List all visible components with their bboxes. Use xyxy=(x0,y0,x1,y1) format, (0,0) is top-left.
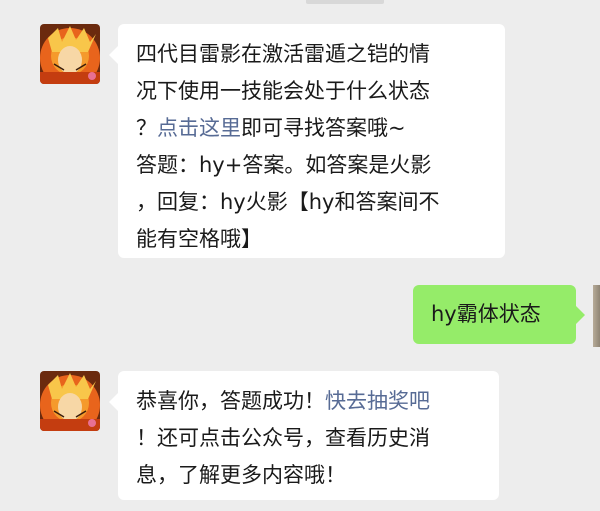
message-text: 即可寻找答案哦~ xyxy=(241,116,406,140)
message-text: 恭喜你，答题成功！ xyxy=(136,389,325,413)
message-text: ！还可点击公众号，查看历史消 xyxy=(136,426,430,450)
incoming-message-bubble: 四代目雷影在激活雷遁之铠的情 况下使用一技能会处于什么状态 ？点击这里即可寻找答… xyxy=(109,24,505,258)
message-text: 况下使用一技能会处于什么状态 xyxy=(136,79,430,103)
message-text: ？ xyxy=(136,116,157,140)
click-here-link[interactable]: 点击这里 xyxy=(157,116,241,140)
user-avatar[interactable] xyxy=(593,285,600,347)
message-text: hy霸体状态 xyxy=(431,302,541,326)
incoming-message-bubble: 恭喜你，答题成功！快去抽奖吧 ！还可点击公众号，查看历史消 息，了解更多内容哦！ xyxy=(109,371,499,500)
naruto-avatar-icon[interactable] xyxy=(40,24,100,84)
message-text: 四代目雷影在激活雷遁之铠的情 xyxy=(136,42,430,66)
message-text: 答题：hy+答案。如答案是火影 xyxy=(136,153,432,177)
message-text: ，回复：hy火影【hy和答案间不 xyxy=(136,190,440,214)
lottery-link[interactable]: 快去抽奖吧 xyxy=(325,389,430,413)
naruto-avatar-icon[interactable] xyxy=(40,371,100,431)
outgoing-message-bubble: hy霸体状态 xyxy=(413,285,585,344)
top-strip xyxy=(306,0,384,4)
message-text: 能有空格哦】 xyxy=(136,227,262,251)
message-text: 息，了解更多内容哦！ xyxy=(136,463,346,487)
